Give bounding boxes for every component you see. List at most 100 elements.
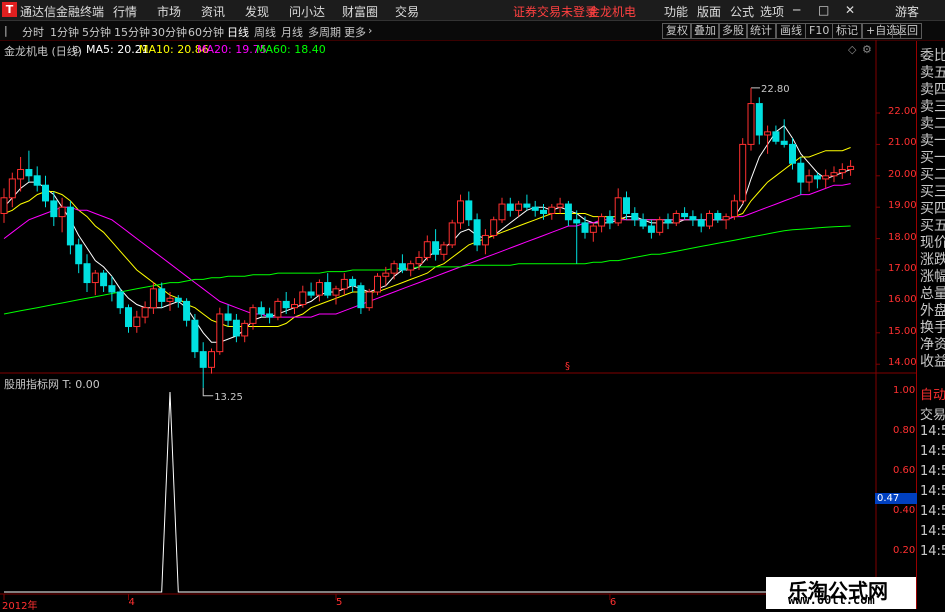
candle-body (8, 178, 16, 199)
candle-body (274, 300, 282, 318)
overlay-button[interactable]: 叠加 (690, 23, 720, 39)
menu-item-news[interactable]: 资讯 (201, 3, 225, 20)
candle-body (199, 351, 207, 368)
candle-body (66, 206, 74, 246)
candle (332, 285, 340, 305)
menu-item-trade[interactable]: 交易 (395, 3, 419, 20)
indicator-tick-label: 0.80 (893, 425, 916, 436)
candle (423, 235, 431, 261)
candle (747, 87, 755, 151)
adjust-button[interactable]: 复权 (662, 23, 692, 39)
price-tick-label: 14.00 (888, 357, 917, 369)
menu-item-function[interactable]: 功能 (664, 3, 688, 20)
login-notice[interactable]: 证券交易未登录 (513, 3, 597, 20)
candle (357, 282, 365, 314)
candle-body (672, 212, 680, 224)
period-tab-15min[interactable]: 15分钟 (114, 24, 150, 40)
period-tab-daily[interactable]: 日线 (227, 24, 249, 40)
period-tab-intraday[interactable]: 分时 (22, 24, 44, 40)
draw-line-button[interactable]: 画线 (776, 23, 806, 39)
candle (631, 207, 639, 227)
indicator-tick-label: 0.60 (893, 465, 916, 476)
menu-item-ask[interactable]: 问小达 (289, 3, 325, 20)
period-tab-multi[interactable]: 多周期 (308, 24, 341, 40)
period-tab-30min[interactable]: 30分钟 (151, 24, 187, 40)
menu-item-options[interactable]: 选项 (760, 3, 784, 20)
candle-body (581, 222, 589, 233)
candle (266, 307, 274, 324)
candle-body (25, 169, 33, 177)
candle-body (755, 103, 763, 136)
candle-body (498, 203, 506, 221)
price-chart[interactable]: 22.80 13.25 § (0, 40, 916, 609)
candle (838, 163, 846, 179)
menu-item-formula[interactable]: 公式 (730, 3, 754, 20)
maximize-icon[interactable]: □ (818, 3, 829, 17)
menu-item-wealth[interactable]: 财富圈 (342, 3, 378, 20)
candle-body (614, 197, 622, 224)
candle-body (216, 313, 224, 353)
guest-label[interactable]: 游客 (895, 3, 919, 20)
period-tab-weekly[interactable]: 周线 (254, 24, 276, 40)
candle (465, 191, 473, 227)
candle (75, 238, 83, 274)
candle (481, 229, 489, 255)
candle (523, 194, 531, 211)
candle-body (108, 285, 116, 293)
trade-time-label: 14:56 (920, 444, 945, 459)
candle-body (423, 241, 431, 258)
indicator-tick-label: 0.40 (893, 505, 916, 516)
candle-body (365, 291, 373, 309)
period-tab-1min[interactable]: 1分钟 (50, 24, 79, 40)
candle-body (183, 300, 191, 321)
candle-body (647, 225, 655, 233)
candle-body (789, 143, 796, 164)
candle (432, 229, 440, 261)
candle (656, 216, 664, 236)
minimize-icon[interactable]: ─ (793, 3, 800, 17)
menu-item-market[interactable]: 市场 (157, 3, 181, 20)
candle-body (257, 307, 265, 315)
candle-body (332, 288, 340, 296)
candle (50, 191, 58, 227)
indicator-line (4, 391, 851, 593)
app-logo-icon: T (2, 2, 17, 17)
trade-time-label: 14:56 (920, 544, 945, 559)
candle (166, 291, 174, 311)
candle-body (540, 209, 547, 214)
candle-body (266, 313, 274, 318)
f10-button[interactable]: F10 (805, 23, 834, 39)
menu-item-discover[interactable]: 发现 (245, 3, 269, 20)
statistics-button[interactable]: 统计 (746, 23, 776, 39)
candle-body (50, 200, 58, 218)
candle-body (315, 282, 323, 296)
close-icon[interactable]: ✕ (845, 3, 855, 17)
back-button[interactable]: 返回 (892, 23, 922, 39)
candle (556, 197, 564, 214)
candle-body (515, 203, 523, 211)
menu-item-layout[interactable]: 版面 (697, 3, 721, 20)
indicator-tick-label: 1.00 (893, 385, 916, 396)
collapse-icon[interactable]: | (4, 24, 8, 37)
trade-mode-label[interactable]: 自动 (920, 384, 945, 403)
multi-stock-button[interactable]: 多股 (718, 23, 748, 39)
mark-icon[interactable]: 标记 (832, 23, 862, 39)
candle-body (17, 169, 25, 180)
watermark: 乐淘公式网 www.60lt.com (766, 577, 916, 609)
trade-mode-label[interactable]: 交易 (920, 404, 945, 423)
menu-item-quotes[interactable]: 行情 (113, 3, 137, 20)
candle (573, 210, 581, 264)
chevron-right-icon[interactable]: › (368, 24, 372, 37)
candle (58, 197, 66, 233)
candle-body (730, 200, 738, 218)
period-tab-60min[interactable]: 60分钟 (188, 24, 224, 40)
candle-body (631, 212, 639, 221)
period-tab-monthly[interactable]: 月线 (281, 24, 303, 40)
candle (531, 200, 539, 217)
candle-body (714, 212, 722, 221)
period-tab-more[interactable]: 更多 (344, 24, 366, 40)
candles-layer (0, 87, 855, 388)
period-tab-5min[interactable]: 5分钟 (82, 24, 111, 40)
date-tick-label: 6 (609, 597, 617, 608)
candle-body (299, 291, 307, 306)
